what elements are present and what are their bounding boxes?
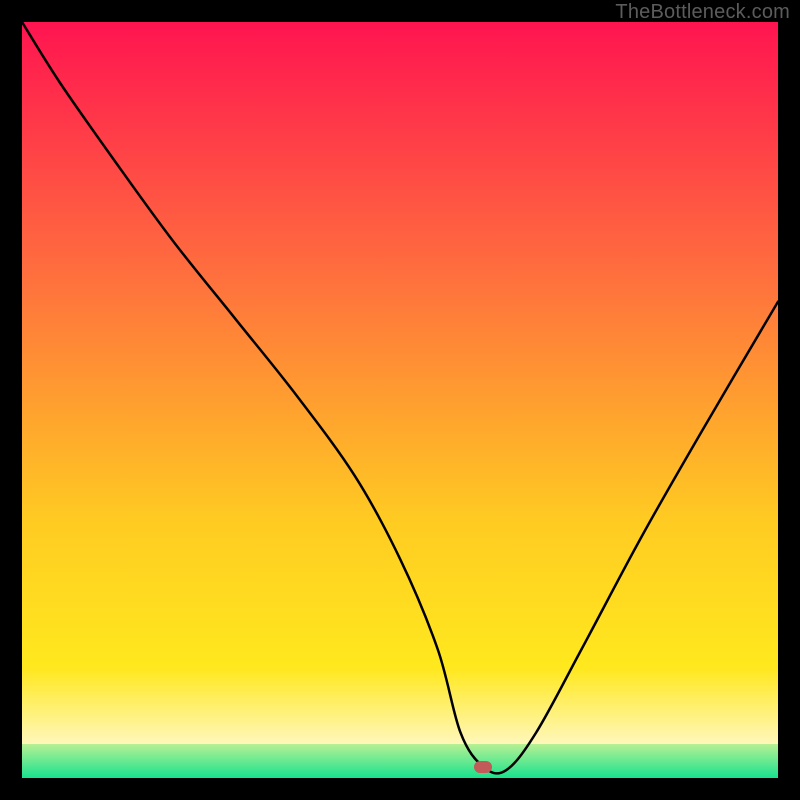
curve-minimum-marker (474, 761, 492, 773)
bottleneck-curve (22, 22, 778, 778)
watermark-text: TheBottleneck.com (615, 1, 790, 24)
chart-plot-area (22, 22, 778, 778)
